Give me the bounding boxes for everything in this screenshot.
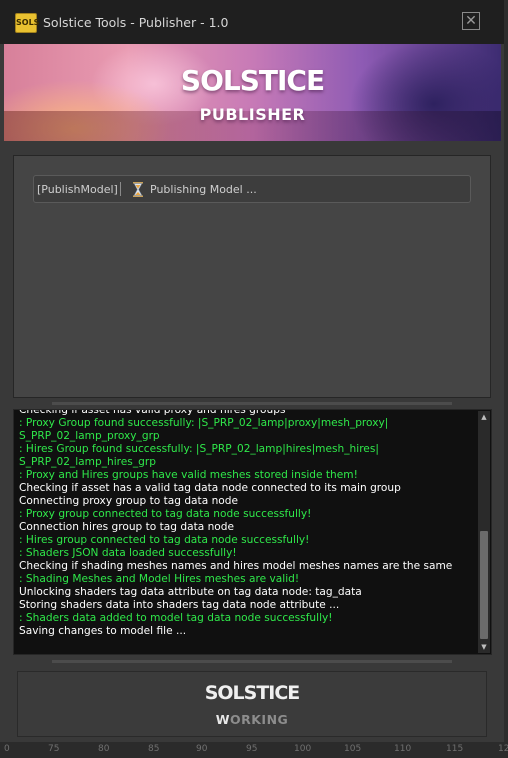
ruler-tick-label: 115 <box>446 744 464 754</box>
log-line: : Shading Meshes and Model Hires meshes … <box>19 573 300 585</box>
ruler-tick-label: 80 <box>98 744 110 754</box>
banner-subtitle: PUBLISHER <box>199 105 306 124</box>
working-status-first-letter: W <box>215 712 230 727</box>
close-icon: ✕ <box>465 13 477 29</box>
footer-panel: SOLSTICE WORKING <box>17 671 487 737</box>
log-line: Checking if asset has valid proxy and hi… <box>19 409 286 416</box>
working-status-rest: ORKING <box>229 712 289 727</box>
ruler-tick-label: 75 <box>48 744 60 754</box>
splitter-handle[interactable] <box>52 402 452 405</box>
status-message: Publishing Model ... <box>150 183 257 196</box>
log-line: : Proxy and Hires groups have valid mesh… <box>19 469 358 481</box>
log-line: : Shaders JSON data loaded successfully! <box>19 547 237 559</box>
app-logo-icon: SOLS <box>15 13 39 33</box>
scroll-down-arrow-icon[interactable]: ▼ <box>478 641 490 653</box>
ruler-tick-label: 110 <box>394 744 412 754</box>
ruler-tick-label: 90 <box>196 744 208 754</box>
ruler-tick-label: 85 <box>148 744 160 754</box>
log-line: Checking if asset has a valid tag data n… <box>19 482 401 494</box>
status-panel: [PublishModel] Publishing Model ... <box>13 155 491 398</box>
footer-brand-logo: SOLSTICE <box>204 682 301 704</box>
hourglass-icon <box>133 182 143 197</box>
log-line: : Hires Group found successfully: |S_PRP… <box>19 443 379 455</box>
log-line: : Proxy Group found successfully: |S_PRP… <box>19 417 389 429</box>
log-line: S_PRP_02_lamp_proxy_grp <box>19 430 160 442</box>
log-console[interactable]: Checking if asset has valid proxy and hi… <box>13 409 492 655</box>
background-timeline-ruler: 0 75 80 85 90 95 100 105 110 115 12 <box>0 742 508 758</box>
scroll-thumb[interactable] <box>480 531 488 639</box>
log-line: Storing shaders data into shaders tag da… <box>19 599 340 611</box>
log-lines: Checking if asset has valid proxy and hi… <box>19 409 474 638</box>
log-line: Unlocking shaders tag data attribute on … <box>19 586 362 598</box>
publisher-window: SOLS Solstice Tools - Publisher - 1.0 ✕ … <box>0 0 505 743</box>
ruler-tick-label: 100 <box>294 744 312 754</box>
ruler-tick-label: 105 <box>344 744 362 754</box>
ruler-tick-label: 95 <box>246 744 258 754</box>
background-app-edge <box>504 0 508 758</box>
log-line: S_PRP_02_lamp_hires_grp <box>19 456 156 468</box>
close-button[interactable]: ✕ <box>462 12 480 30</box>
log-line: Connecting proxy group to tag data node <box>19 495 239 507</box>
ruler-tick-label: 0 <box>4 744 10 754</box>
status-row: [PublishModel] Publishing Model ... <box>33 175 471 203</box>
scroll-up-arrow-icon[interactable]: ▲ <box>478 411 490 423</box>
splitter-handle-bottom[interactable] <box>52 660 452 663</box>
window-title: Solstice Tools - Publisher - 1.0 <box>43 15 229 30</box>
log-line: Connection hires group to tag data node <box>19 521 235 533</box>
log-line: : Proxy group connected to tag data node… <box>19 508 312 520</box>
working-status-label: WORKING <box>18 712 486 727</box>
publisher-banner: SOLSTICE PUBLISHER <box>4 44 501 141</box>
status-tag: [PublishModel] <box>37 183 118 196</box>
log-scrollbar[interactable]: ▲ ▼ <box>478 411 490 653</box>
ruler-tick-label: 12 <box>498 744 508 754</box>
status-separator <box>120 182 121 196</box>
log-line: : Hires group connected to tag data node… <box>19 534 310 546</box>
title-bar[interactable]: SOLS Solstice Tools - Publisher - 1.0 ✕ <box>0 0 504 44</box>
log-line: Saving changes to model file ... <box>19 625 187 637</box>
log-line: Checking if shading meshes names and hir… <box>19 560 453 572</box>
banner-brand-logo: SOLSTICE <box>180 64 325 97</box>
log-line: : Shaders data added to model tag data n… <box>19 612 333 624</box>
